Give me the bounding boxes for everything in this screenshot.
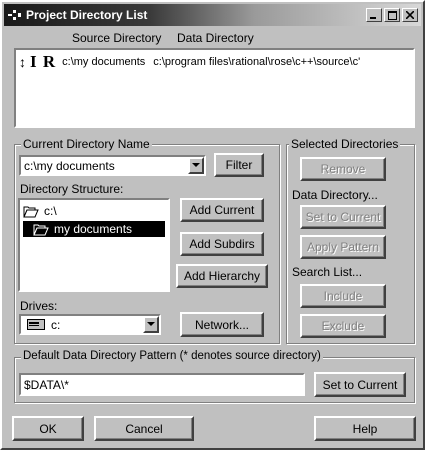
minimize-button[interactable] [366, 8, 382, 22]
minimize-icon [370, 17, 376, 19]
add-hierarchy-button[interactable]: Add Hierarchy [176, 264, 268, 288]
project-directory-dialog: Project Directory List Source Directory … [0, 0, 425, 450]
list-column-headers: Source Directory Data Directory [2, 31, 423, 47]
maximize-button[interactable] [384, 8, 400, 22]
chevron-down-icon [147, 322, 155, 326]
current-directory-dropdown-button[interactable] [188, 157, 204, 174]
drive-icon [27, 319, 45, 330]
tree-node-my-documents[interactable]: my documents [23, 221, 165, 237]
column-header-data[interactable]: Data Directory [177, 31, 254, 45]
drives-dropdown-button[interactable] [143, 316, 159, 333]
ok-button[interactable]: OK [12, 416, 84, 441]
current-directory-value: c:\my documents [24, 158, 115, 173]
directory-structure-label: Directory Structure: [20, 182, 124, 196]
directory-list[interactable]: ↕ I R c:\my documents c:\program files\r… [14, 48, 415, 128]
set-to-current-data-button[interactable]: Set to Current [300, 205, 386, 229]
move-arrows-icon: ↕ [19, 54, 27, 70]
cancel-button[interactable]: Cancel [94, 416, 194, 441]
add-subdirs-button[interactable]: Add Subdirs [180, 232, 264, 256]
drives-combo[interactable]: c: [19, 314, 161, 335]
selected-directories-group-title: Selected Directories [289, 137, 401, 151]
title-bar[interactable]: Project Directory List [4, 4, 421, 26]
filter-button[interactable]: Filter [214, 153, 264, 177]
directory-tree[interactable]: c:\ my documents [18, 198, 170, 292]
add-current-button[interactable]: Add Current [180, 198, 264, 222]
row-source-dir: c:\my documents [62, 56, 146, 68]
drive-value: c: [51, 317, 61, 332]
current-directory-group-title: Current Directory Name [21, 137, 152, 151]
default-pattern-input[interactable]: $DATA\* [19, 373, 305, 396]
list-item[interactable]: ↕ I R c:\my documents c:\program files\r… [19, 52, 413, 72]
remove-button[interactable]: Remove [300, 157, 386, 181]
maximize-icon [387, 10, 397, 20]
pattern-set-to-current-button[interactable]: Set to Current [314, 372, 406, 397]
tree-node-label: my documents [54, 222, 133, 236]
current-directory-combo[interactable]: c:\my documents [19, 155, 206, 176]
tree-node-root[interactable]: c:\ [23, 203, 57, 219]
default-pattern-group-title: Default Data Directory Pattern (* denote… [21, 350, 323, 362]
data-directory-label: Data Directory... [292, 188, 378, 202]
row-flag-letters: I R [30, 52, 57, 71]
drives-label: Drives: [20, 299, 58, 313]
search-list-label: Search List... [292, 265, 363, 279]
close-icon [406, 11, 414, 19]
apply-pattern-button[interactable]: Apply Pattern [300, 235, 386, 259]
row-data-dir: c:\program files\rational\rose\c++\sourc… [153, 56, 361, 68]
column-header-source[interactable]: Source Directory [72, 31, 161, 45]
include-button[interactable]: Include [300, 284, 386, 308]
row-flags: ↕ I R [19, 52, 56, 72]
network-button[interactable]: Network... [180, 312, 264, 337]
folder-open-icon [33, 223, 49, 236]
help-button[interactable]: Help [314, 416, 416, 441]
folder-open-icon [23, 205, 39, 218]
app-icon [7, 7, 23, 23]
close-button[interactable] [402, 8, 418, 22]
chevron-down-icon [192, 163, 200, 167]
tree-node-label: c:\ [44, 204, 57, 218]
window-title: Project Directory List [26, 8, 148, 22]
exclude-button[interactable]: Exclude [300, 314, 386, 338]
